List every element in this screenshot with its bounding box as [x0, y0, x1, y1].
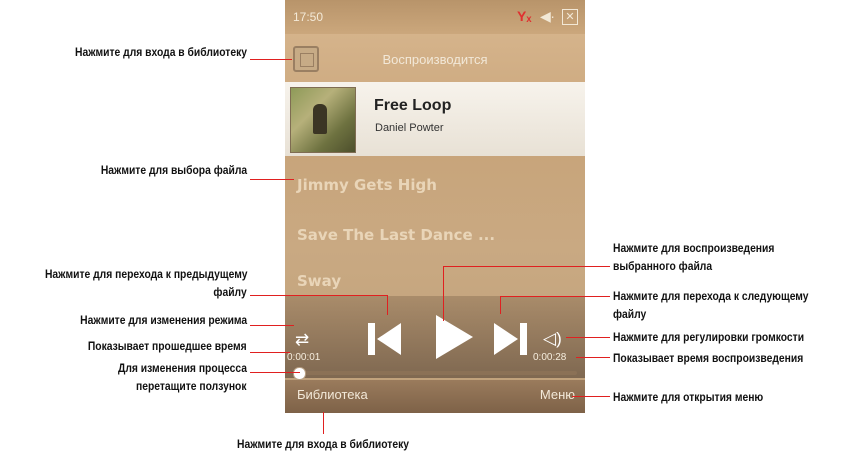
callout-volume: Нажмите для регулировки громкости	[613, 330, 805, 344]
callout-select-file: Нажмите для выбора файла	[100, 163, 247, 177]
callout-line	[250, 325, 294, 326]
volume-icon[interactable]: ◁)	[543, 329, 562, 349]
callout-drag-2: перетащите ползунок	[136, 379, 247, 393]
callout-line	[250, 352, 290, 353]
callout-play-2: выбранного файла	[613, 259, 713, 273]
elapsed-time: 0:00:01	[287, 352, 321, 363]
softkey-bar: Библиотека Меню	[285, 380, 585, 413]
artist-name: Daniel Powter	[375, 122, 444, 134]
callout-line	[250, 372, 300, 373]
callout-playback-time: Показывает время воспроизведения	[613, 351, 804, 365]
now-playing-item[interactable]: Free Loop Daniel Powter	[285, 82, 585, 156]
callout-next-1: Нажмите для перехода к следующему	[613, 289, 809, 303]
page-title: Воспроизводится	[382, 52, 488, 67]
previous-track-icon[interactable]	[365, 320, 405, 358]
callout-line	[250, 59, 292, 60]
play-icon[interactable]	[430, 312, 476, 362]
callout-line	[250, 179, 294, 180]
song-title: Free Loop	[374, 97, 452, 114]
player-screen: 17:50 Yₓ ◀∙ ✕ Воспроизводится Free Loop …	[285, 0, 585, 413]
callout-play-1: Нажмите для воспроизведения	[613, 241, 775, 255]
next-track-icon[interactable]	[490, 320, 530, 358]
callout-line	[387, 295, 388, 315]
callout-prev-1: Нажмите для перехода к предыдущему	[44, 267, 247, 281]
status-bar: 17:50 Yₓ ◀∙ ✕	[285, 0, 585, 34]
callout-library-top: Нажмите для входа в библиотеку	[75, 45, 247, 59]
callout-mode: Нажмите для изменения режима	[80, 313, 247, 327]
callout-drag-1: Для изменения процесса	[118, 361, 247, 375]
clock: 17:50	[293, 10, 324, 24]
title-bar: Воспроизводится	[285, 42, 585, 74]
callout-menu: Нажмите для открытия меню	[613, 390, 764, 404]
callout-line	[572, 396, 610, 397]
callout-prev-2: файлу	[213, 285, 247, 299]
callout-line	[576, 357, 610, 358]
menu-softkey[interactable]: Меню	[540, 387, 575, 402]
playlist-item[interactable]: Sway	[297, 272, 341, 290]
callout-library-bottom: Нажмите для входа в библиотеку	[237, 437, 409, 451]
callout-line	[443, 266, 444, 321]
callout-next-2: файлу	[613, 307, 647, 321]
volume-status-icon[interactable]: ◀∙	[540, 8, 555, 24]
callout-line	[443, 266, 610, 267]
callout-line	[500, 296, 501, 314]
total-time: 0:00:28	[533, 352, 567, 363]
callout-line	[250, 295, 388, 296]
callout-line	[323, 412, 324, 434]
playlist-item[interactable]: Jimmy Gets High	[297, 176, 437, 194]
progress-slider[interactable]	[292, 367, 577, 380]
callout-elapsed: Показывает прошедшее время	[88, 339, 247, 353]
close-icon[interactable]: ✕	[562, 9, 578, 25]
callout-line	[566, 337, 610, 338]
library-softkey[interactable]: Библиотека	[297, 387, 368, 402]
shuffle-mode-icon[interactable]: ⇄	[295, 330, 309, 350]
playlist-item[interactable]: Save The Last Dance ...	[297, 226, 495, 244]
callout-line	[500, 296, 610, 297]
playback-controls: ⇄ ◁) 0:00:01 0:00:28	[285, 296, 585, 378]
album-art	[290, 87, 356, 153]
no-signal-icon[interactable]: Yₓ	[517, 8, 531, 24]
slider-knob[interactable]	[292, 367, 306, 380]
